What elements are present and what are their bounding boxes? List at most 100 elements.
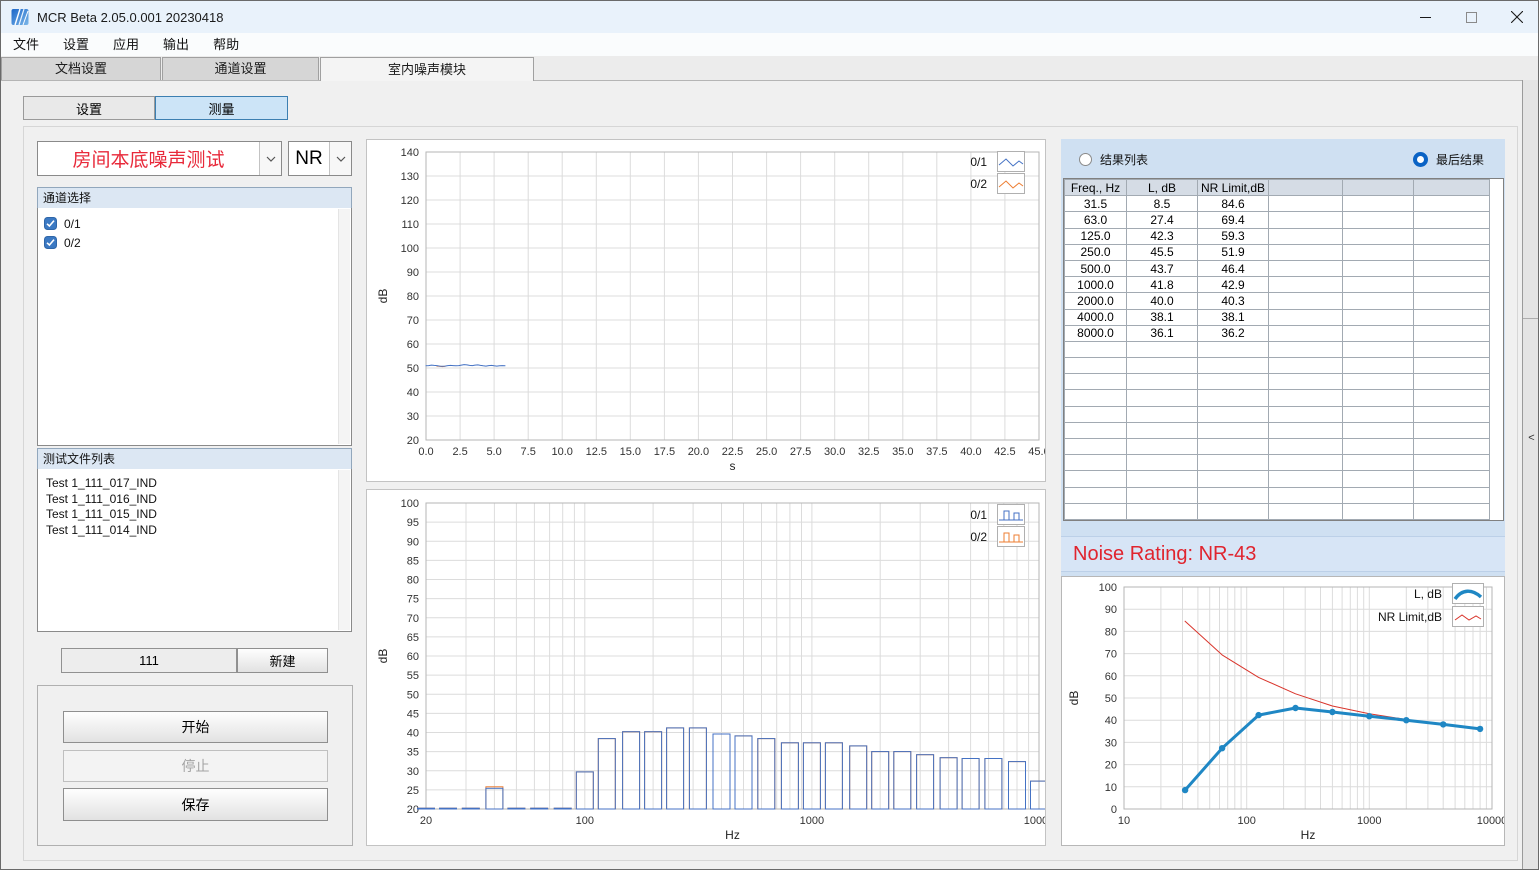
table-row[interactable] xyxy=(1065,503,1490,519)
radio-result-list[interactable]: 结果列表 xyxy=(1079,151,1148,168)
file-name-input[interactable] xyxy=(61,648,237,673)
table-row[interactable]: 250.045.551.9 xyxy=(1065,244,1490,260)
side-collapse-strip[interactable]: < xyxy=(1522,80,1539,870)
file-item[interactable]: Test 1_111_016_IND xyxy=(38,492,351,508)
table-row[interactable] xyxy=(1065,422,1490,438)
table-cell xyxy=(1414,325,1490,341)
svg-text:100: 100 xyxy=(401,243,419,255)
tab-strip: 文档设置通道设置室内噪声模块 xyxy=(1,56,1539,81)
test-file-list[interactable]: Test 1_111_017_INDTest 1_111_016_INDTest… xyxy=(37,469,352,632)
menu-item[interactable]: 输出 xyxy=(151,33,201,56)
legend-entry: NR Limit,dB xyxy=(1378,606,1484,627)
collapse-arrow-icon[interactable]: < xyxy=(1523,432,1539,444)
maximize-button[interactable] xyxy=(1448,1,1494,33)
table-cell xyxy=(1343,228,1414,244)
table-cell: 2000.0 xyxy=(1065,293,1127,309)
table-cell xyxy=(1343,309,1414,325)
table-row[interactable]: 4000.038.138.1 xyxy=(1065,309,1490,325)
radio-unchecked-icon[interactable] xyxy=(1079,153,1092,166)
table-row[interactable] xyxy=(1065,406,1490,422)
menu-item[interactable]: 应用 xyxy=(101,33,151,56)
svg-text:20.0: 20.0 xyxy=(688,446,709,458)
table-row[interactable]: 63.027.469.4 xyxy=(1065,212,1490,228)
table-row[interactable]: 125.042.359.3 xyxy=(1065,228,1490,244)
table-row[interactable] xyxy=(1065,439,1490,455)
svg-text:40.0: 40.0 xyxy=(960,446,981,458)
radio-checked-icon[interactable] xyxy=(1413,152,1428,167)
channel-list[interactable]: 0/10/2 xyxy=(37,208,352,446)
new-button[interactable]: 新建 xyxy=(237,648,328,673)
table-cell xyxy=(1198,374,1269,390)
noise-rating-text: Noise Rating: NR-43 xyxy=(1073,543,1256,566)
table-cell xyxy=(1343,244,1414,260)
table-cell xyxy=(1198,471,1269,487)
svg-text:dB: dB xyxy=(376,289,390,304)
channel-row[interactable]: 0/2 xyxy=(44,234,351,251)
file-item[interactable]: Test 1_111_014_IND xyxy=(38,523,351,539)
table-cell: 63.0 xyxy=(1065,212,1127,228)
title-bar[interactable]: MCR Beta 2.05.0.001 20230418 xyxy=(1,1,1539,33)
svg-text:55: 55 xyxy=(407,670,419,682)
save-button[interactable]: 保存 xyxy=(63,788,328,821)
table-row[interactable] xyxy=(1065,471,1490,487)
table-row[interactable] xyxy=(1065,487,1490,503)
radio-last-result[interactable]: 最后结果 xyxy=(1413,151,1484,168)
minimize-button[interactable] xyxy=(1402,1,1448,33)
file-item[interactable]: Test 1_111_017_IND xyxy=(38,476,351,492)
table-row[interactable]: 2000.040.040.3 xyxy=(1065,293,1490,309)
file-item[interactable]: Test 1_111_015_IND xyxy=(38,507,351,523)
menu-item[interactable]: 文件 xyxy=(1,33,51,56)
table-row[interactable] xyxy=(1065,341,1490,357)
window-title: MCR Beta 2.05.0.001 20230418 xyxy=(37,10,223,25)
test-type-select[interactable]: 房间本底噪声测试 xyxy=(37,141,282,176)
rating-select[interactable]: NR xyxy=(288,141,352,176)
table-row[interactable]: 1000.041.842.9 xyxy=(1065,277,1490,293)
channel-row[interactable]: 0/1 xyxy=(44,215,351,232)
menu-item[interactable]: 设置 xyxy=(51,33,101,56)
scrollbar[interactable] xyxy=(338,209,350,444)
time-history-chart-box: 20304050607080901001101201301400.02.55.0… xyxy=(366,139,1046,482)
table-row[interactable] xyxy=(1065,390,1490,406)
menu-item[interactable]: 帮助 xyxy=(201,33,251,56)
table-cell xyxy=(1127,374,1198,390)
svg-text:2.5: 2.5 xyxy=(452,446,467,458)
bar-series-icon xyxy=(997,504,1025,525)
svg-text:75: 75 xyxy=(407,594,419,606)
svg-text:dB: dB xyxy=(376,649,390,664)
table-cell xyxy=(1343,487,1414,503)
table-row[interactable] xyxy=(1065,374,1490,390)
tab[interactable]: 室内噪声模块 xyxy=(320,57,534,81)
table-row[interactable]: 500.043.746.4 xyxy=(1065,260,1490,276)
results-table: Freq., HzL, dBNR Limit,dB31.58.584.663.0… xyxy=(1064,179,1490,520)
table-cell xyxy=(1198,341,1269,357)
svg-text:20: 20 xyxy=(407,804,419,816)
checkbox-checked-icon[interactable] xyxy=(44,217,57,230)
close-button[interactable] xyxy=(1494,1,1539,33)
svg-text:22.5: 22.5 xyxy=(722,446,743,458)
chevron-down-icon[interactable] xyxy=(259,142,281,175)
results-panel: 结果列表 最后结果 Freq., HzL, dBNR Limit,dB31.58… xyxy=(1061,139,1505,846)
tab[interactable]: 文档设置 xyxy=(1,57,161,80)
app-logo-icon xyxy=(11,8,29,26)
legend-entry: 0/1 xyxy=(961,151,1025,172)
spectrum-chart-box: 2025303540455055606570758085909510020100… xyxy=(366,489,1046,846)
svg-text:90: 90 xyxy=(1105,604,1117,616)
scrollbar[interactable] xyxy=(338,470,350,630)
table-row[interactable]: 31.58.584.6 xyxy=(1065,196,1490,212)
table-row[interactable] xyxy=(1065,358,1490,374)
checkbox-checked-icon[interactable] xyxy=(44,236,57,249)
tab[interactable]: 通道设置 xyxy=(162,57,319,80)
table-cell xyxy=(1065,503,1127,519)
table-cell xyxy=(1269,341,1343,357)
rating-value: NR xyxy=(289,142,329,175)
table-row[interactable] xyxy=(1065,455,1490,471)
start-button[interactable]: 开始 xyxy=(63,711,328,743)
subtab-settings[interactable]: 设置 xyxy=(23,96,155,120)
table-row[interactable]: 8000.036.136.2 xyxy=(1065,325,1490,341)
svg-text:0: 0 xyxy=(1111,804,1117,816)
subtab-measure[interactable]: 测量 xyxy=(155,96,288,120)
table-cell xyxy=(1343,358,1414,374)
table-cell xyxy=(1198,406,1269,422)
table-cell: 46.4 xyxy=(1198,260,1269,276)
chevron-down-icon[interactable] xyxy=(329,142,351,175)
